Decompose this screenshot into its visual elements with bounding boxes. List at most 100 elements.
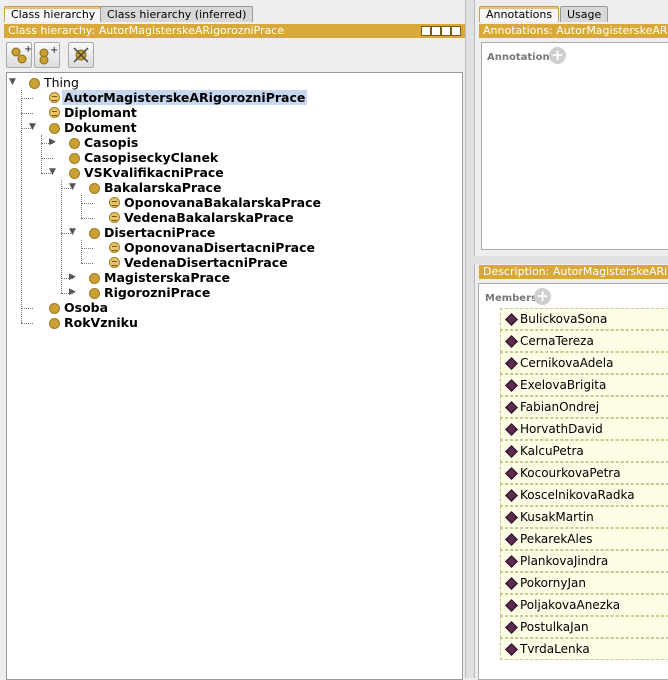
plus-icon: + [536,287,549,305]
class-icon [49,318,60,329]
member-item[interactable]: PostulkaJan [500,616,668,638]
member-label: PostulkaJan [520,620,589,634]
expanded-toggle-icon[interactable]: ▼ [69,228,76,237]
individual-icon [505,313,518,326]
tree-node-label: RokVzniku [64,315,138,330]
tab-class-hierarchy[interactable]: Class hierarchy [4,6,103,22]
individual-icon [505,335,518,348]
class-icon [49,303,60,314]
tree-node-label: OponovanaBakalarskaPrace [124,195,321,210]
annotations-title-bar: Annotations: AutorMagisterskeARigorozniP… [479,24,668,38]
description-title-bar: Description: AutorMagisterskeARigorozniP… [479,265,668,279]
member-label: KusakMartin [520,510,594,524]
member-label: HorvathDavid [520,422,603,436]
tab-annotations[interactable]: Annotations [479,6,560,22]
member-item[interactable]: FabianOndrej [500,396,668,418]
collapsed-toggle-icon[interactable]: ▶ [49,138,56,147]
tab-class-hierarchy-inferred[interactable]: Class hierarchy (inferred) [100,6,254,22]
member-item[interactable]: PlankovaJindra [500,550,668,572]
member-item[interactable]: KocourkovaPetra [500,462,668,484]
member-item[interactable]: HorvathDavid [500,418,668,440]
member-item[interactable]: PekarekAles [500,528,668,550]
member-item[interactable]: CernikovaAdela [500,352,668,374]
individual-icon [505,621,518,634]
class-icon [29,78,40,89]
collapsed-toggle-icon[interactable]: ▶ [69,288,76,297]
tree-node[interactable]: OponovanaDisertacniPrace [7,240,457,255]
defined-class-icon [109,212,120,223]
tree-node[interactable]: ▼ Thing [7,75,457,90]
view-restore-button[interactable] [421,26,431,36]
class-hierarchy-tree[interactable]: ▼ Thing AutorMagisterskeARigorozniPrace Dip… [6,72,463,680]
member-label: FabianOndrej [520,400,600,414]
defined-class-icon [109,242,120,253]
tree-node[interactable]: ▶ RigorozniPrace [7,285,457,300]
individual-icon [505,599,518,612]
member-item[interactable]: KoscelnikovaRadka [500,484,668,506]
view-float-button[interactable] [431,26,441,36]
split-pane-divider[interactable] [465,0,475,678]
tree-node[interactable]: Diplomant [7,105,457,120]
add-annotation-button[interactable]: + [549,47,566,64]
add-sibling-button[interactable]: + [34,42,60,68]
tree-node-label: Casopis [84,135,139,150]
collapsed-toggle-icon[interactable]: ▶ [69,273,76,282]
class-icon [69,153,80,164]
tree-node[interactable]: ▶ Casopis [7,135,457,150]
tree-node-label: BakalarskaPrace [104,180,222,195]
tree-node-label: VedenaBakalarskaPrace [124,210,294,225]
annotations-label: Annotations [487,52,556,63]
tree-node[interactable]: ▼ BakalarskaPrace [7,180,457,195]
view-close-button[interactable] [451,26,461,36]
defined-class-icon [109,197,120,208]
expanded-toggle-icon[interactable]: ▼ [69,183,76,192]
member-item[interactable]: PokornyJan [500,572,668,594]
member-item[interactable]: PoljakovaAnezka [500,594,668,616]
tree-node[interactable]: ▼ DisertacniPrace [7,225,457,240]
member-item[interactable]: ExelovaBrigita [500,374,668,396]
member-item[interactable]: TvrdaLenka [500,638,668,660]
class-hierarchy-title: Class hierarchy: AutorMagisterskeARigoro… [8,24,285,37]
member-label: ExelovaBrigita [520,378,607,392]
member-label: KocourkovaPetra [520,466,621,480]
view-pin-button[interactable] [441,26,451,36]
tree-node[interactable]: RokVzniku [7,315,457,330]
svg-text:+: + [50,45,58,56]
individual-icon [505,555,518,568]
tree-node[interactable]: AutorMagisterskeARigorozniPrace [7,90,457,105]
tree-node[interactable]: VedenaDisertacniPrace [7,255,457,270]
class-hierarchy-title-bar: Class hierarchy: AutorMagisterskeARigoro… [4,24,466,38]
member-item[interactable]: BulickovaSona [500,308,668,330]
tree-node[interactable]: VedenaBakalarskaPrace [7,210,457,225]
annotations-title: Annotations: AutorMagisterskeARigorozniP… [483,24,668,37]
tree-node-label: Dokument [64,120,137,135]
add-subclass-button[interactable]: + [6,42,32,68]
tree-node-label: MagisterskaPrace [104,270,231,285]
member-label: TvrdaLenka [520,642,590,656]
tree-node[interactable]: ▼ Dokument [7,120,457,135]
add-member-button[interactable]: + [534,288,551,305]
tree-node-label: VSKvalifikacniPrace [84,165,224,180]
individual-icon [505,445,518,458]
delete-class-button[interactable] [68,42,94,68]
tree-node[interactable]: ▼ VSKvalifikacniPrace [7,165,457,180]
member-item[interactable]: KalcuPetra [500,440,668,462]
expanded-toggle-icon[interactable]: ▼ [49,168,56,177]
individual-icon [505,423,518,436]
tree-node-label: Diplomant [64,105,137,120]
add-sibling-icon: + [39,45,58,65]
member-item[interactable]: KusakMartin [500,506,668,528]
expanded-toggle-icon[interactable]: ▼ [29,123,36,132]
delete-class-icon [73,47,89,63]
tab-usage[interactable]: Usage [560,6,609,22]
tree-node[interactable]: Osoba [7,300,457,315]
class-icon [89,228,100,239]
class-icon [49,123,60,134]
expanded-toggle-icon[interactable]: ▼ [9,78,16,87]
tree-node[interactable]: OponovanaBakalarskaPrace [7,195,457,210]
vertical-divider[interactable] [473,256,668,264]
tree-node[interactable]: CasopiseckyClanek [7,150,457,165]
member-item[interactable]: CernaTereza [500,330,668,352]
defined-class-icon [49,107,60,118]
tree-node[interactable]: ▶ MagisterskaPrace [7,270,457,285]
